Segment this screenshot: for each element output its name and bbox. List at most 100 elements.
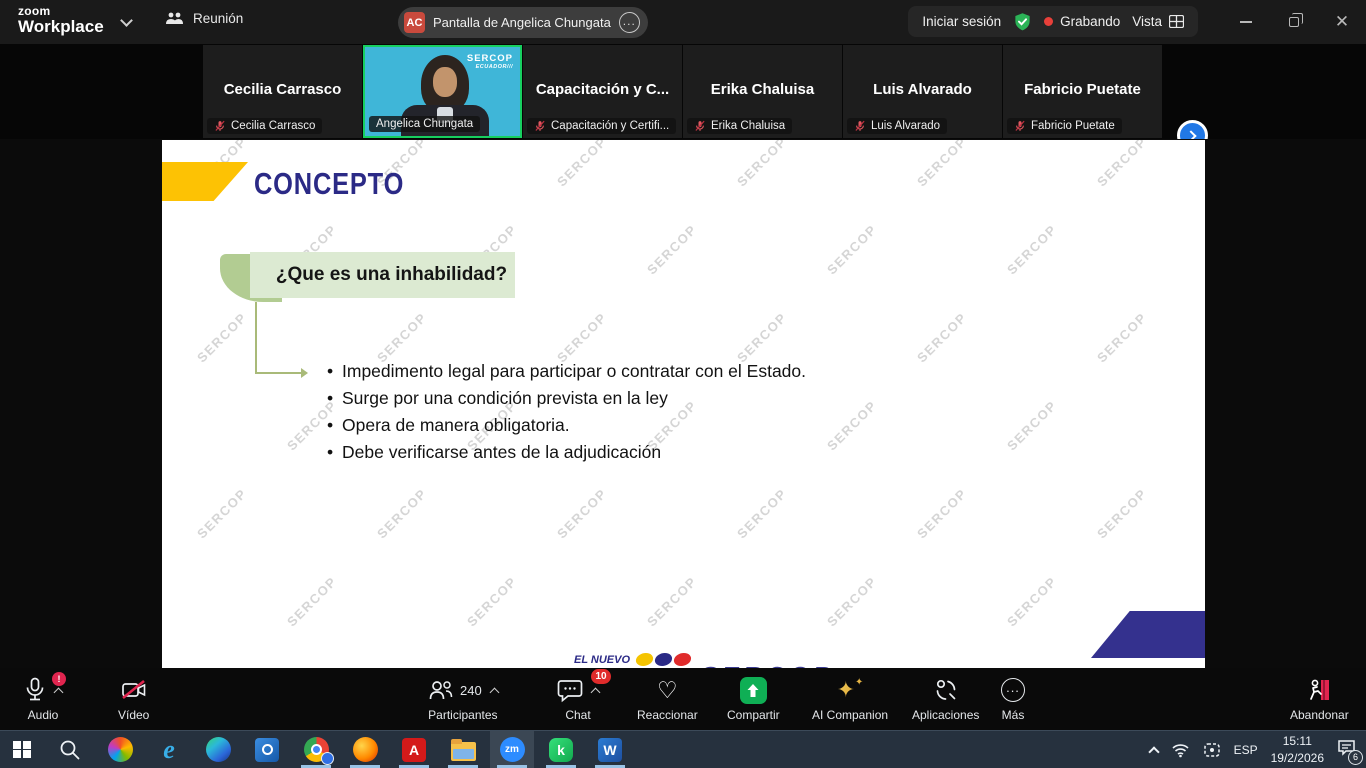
participant-tile-capacitacion[interactable]: Capacitación y C... Capacitación y Certi…: [523, 45, 682, 138]
taskbar-zoom-button[interactable]: zm: [490, 731, 534, 768]
audio-alert-badge: !: [52, 672, 66, 686]
logo-workplace-text: Workplace: [18, 18, 104, 35]
audio-button[interactable]: ! Audio: [24, 676, 62, 722]
participant-tile-angelica-video[interactable]: SERCOP ECUADOR/// Angelica Chungata: [363, 45, 522, 138]
notification-center-button[interactable]: 6: [1337, 739, 1356, 761]
video-button[interactable]: Vídeo: [118, 676, 149, 722]
ellipsis-icon: ...: [1001, 678, 1025, 702]
participants-chevron-icon[interactable]: [489, 687, 499, 697]
wifi-icon[interactable]: [1171, 742, 1190, 758]
chat-chevron-icon[interactable]: [591, 687, 601, 697]
ai-companion-label: AI Companion: [812, 708, 888, 722]
share-screen-button[interactable]: Compartir: [727, 676, 780, 722]
share-pill-label: Pantalla de Angelica Chungata: [433, 15, 611, 30]
taskbar-edge-button[interactable]: [196, 731, 240, 768]
tab-meeting[interactable]: Reunión: [165, 11, 243, 26]
bullet-item: Opera de manera obligatoria.: [327, 412, 854, 439]
active-share-pill[interactable]: AC Pantalla de Angelica Chungata ...: [398, 7, 648, 38]
participants-count: 240: [460, 683, 482, 698]
react-label: Reaccionar: [637, 708, 698, 722]
taskbar-outlook-button[interactable]: [245, 731, 289, 768]
titlebar-right-cluster: Iniciar sesión Grabando Vista: [908, 6, 1198, 37]
watermark-text: SERCOP: [1004, 222, 1060, 278]
participant-tile-cecilia[interactable]: Cecilia Carrasco Cecilia Carrasco: [203, 45, 362, 138]
taskbar-acrobat-button[interactable]: A: [392, 731, 436, 768]
slide-title: CONCEPTO: [254, 166, 404, 202]
taskbar-firefox-button[interactable]: [343, 731, 387, 768]
taskbar-ie-button[interactable]: e: [147, 731, 191, 768]
participant-name: Erika Chaluisa: [683, 81, 842, 98]
leave-meeting-button[interactable]: Abandonar: [1290, 676, 1349, 722]
zoom-workplace-window: zoom Workplace Reunión AC Pantalla de An…: [0, 0, 1366, 768]
presentation-slide: SERCOP SERCOP SERCOP SERCOP SERCOP SERCOP SERC…: [162, 140, 1205, 668]
firefox-icon: [353, 737, 378, 762]
clock[interactable]: 15:11 19/2/2026: [1271, 733, 1324, 765]
taskbar-chrome-button[interactable]: [294, 731, 338, 768]
zoom-workplace-logo: zoom Workplace: [18, 5, 104, 35]
tab-meeting-label: Reunión: [193, 11, 243, 26]
security-shield-icon[interactable]: [1013, 12, 1032, 32]
language-indicator[interactable]: ESP: [1234, 743, 1258, 757]
mic-muted-icon: [534, 120, 546, 132]
video-label: Vídeo: [118, 708, 149, 722]
participant-label-text: Angelica Chungata: [376, 118, 473, 130]
more-options-icon[interactable]: ...: [619, 12, 640, 33]
participant-tile-luis[interactable]: Luis Alvarado Luis Alvarado: [843, 45, 1002, 138]
share-icon: [740, 677, 767, 704]
video-background-brand: SERCOP ECUADOR///: [467, 53, 513, 71]
participants-icon: [428, 678, 454, 702]
minimize-icon: [1240, 21, 1252, 23]
audio-options-chevron-icon[interactable]: [54, 687, 64, 697]
windows-logo-icon: [13, 741, 31, 759]
watermark-text: SERCOP: [914, 486, 970, 542]
watermark-text: SERCOP: [374, 486, 430, 542]
participants-button[interactable]: 240 Participantes: [428, 676, 498, 722]
more-button[interactable]: ... Más: [1001, 676, 1025, 722]
tray-cast-icon[interactable]: [1203, 742, 1221, 758]
ai-companion-button[interactable]: ✦✦ AI Companion: [812, 676, 888, 722]
watermark-text: SERCOP: [1094, 486, 1150, 542]
taskbar-kaspersky-button[interactable]: k: [539, 731, 583, 768]
participant-tile-erika[interactable]: Erika Chaluisa Erika Chaluisa: [683, 45, 842, 138]
watermark-text: SERCOP: [464, 574, 520, 630]
search-button[interactable]: [48, 731, 92, 768]
participant-name: Cecilia Carrasco: [203, 81, 362, 98]
recording-indicator[interactable]: Grabando: [1044, 14, 1120, 29]
mic-muted-icon: [214, 120, 226, 132]
apps-button[interactable]: Aplicaciones: [912, 676, 979, 722]
taskbar-word-button[interactable]: W: [588, 731, 632, 768]
restore-button[interactable]: [1270, 0, 1318, 44]
heart-icon: ♡: [657, 679, 678, 702]
chat-button[interactable]: 10 Chat: [557, 676, 599, 722]
participant-tile-fabricio[interactable]: Fabricio Puetate Fabricio Puetate: [1003, 45, 1162, 138]
react-button[interactable]: ♡ Reaccionar: [637, 676, 698, 722]
audio-label: Audio: [28, 708, 59, 722]
minimize-button[interactable]: [1222, 0, 1270, 44]
participant-label: Angelica Chungata: [369, 116, 480, 132]
mic-muted-icon: [1014, 120, 1026, 132]
view-button[interactable]: Vista: [1132, 14, 1184, 29]
meeting-toolbar: ! Audio Vídeo: [0, 668, 1366, 730]
sign-in-button[interactable]: Iniciar sesión: [922, 14, 1001, 29]
chevron-down-icon[interactable]: [120, 14, 133, 27]
search-icon: [59, 739, 81, 761]
participant-label: Luis Alvarado: [847, 118, 947, 134]
watermark-text: SERCOP: [554, 140, 610, 189]
bullet-item: Debe verificarse antes de la adjudicació…: [327, 439, 854, 466]
watermark-text: SERCOP: [914, 140, 970, 189]
windows-taskbar: e A: [0, 730, 1366, 768]
participant-name: Luis Alvarado: [843, 81, 1002, 98]
taskbar-copilot-button[interactable]: [98, 731, 142, 768]
outlook-icon: [255, 738, 279, 762]
taskbar-explorer-button[interactable]: [441, 731, 485, 768]
chat-label: Chat: [565, 708, 590, 722]
avatar: AC: [404, 12, 425, 33]
connector-line-vertical: [255, 302, 257, 373]
participant-label-text: Cecilia Carrasco: [231, 120, 315, 132]
close-button[interactable]: ✕: [1318, 0, 1366, 44]
tray-chevron-up-icon[interactable]: [1148, 746, 1159, 757]
start-button[interactable]: [0, 731, 44, 768]
connector-arrow-icon: [301, 368, 308, 378]
chat-bubble-icon: [557, 678, 583, 703]
microphone-icon: [24, 677, 46, 703]
